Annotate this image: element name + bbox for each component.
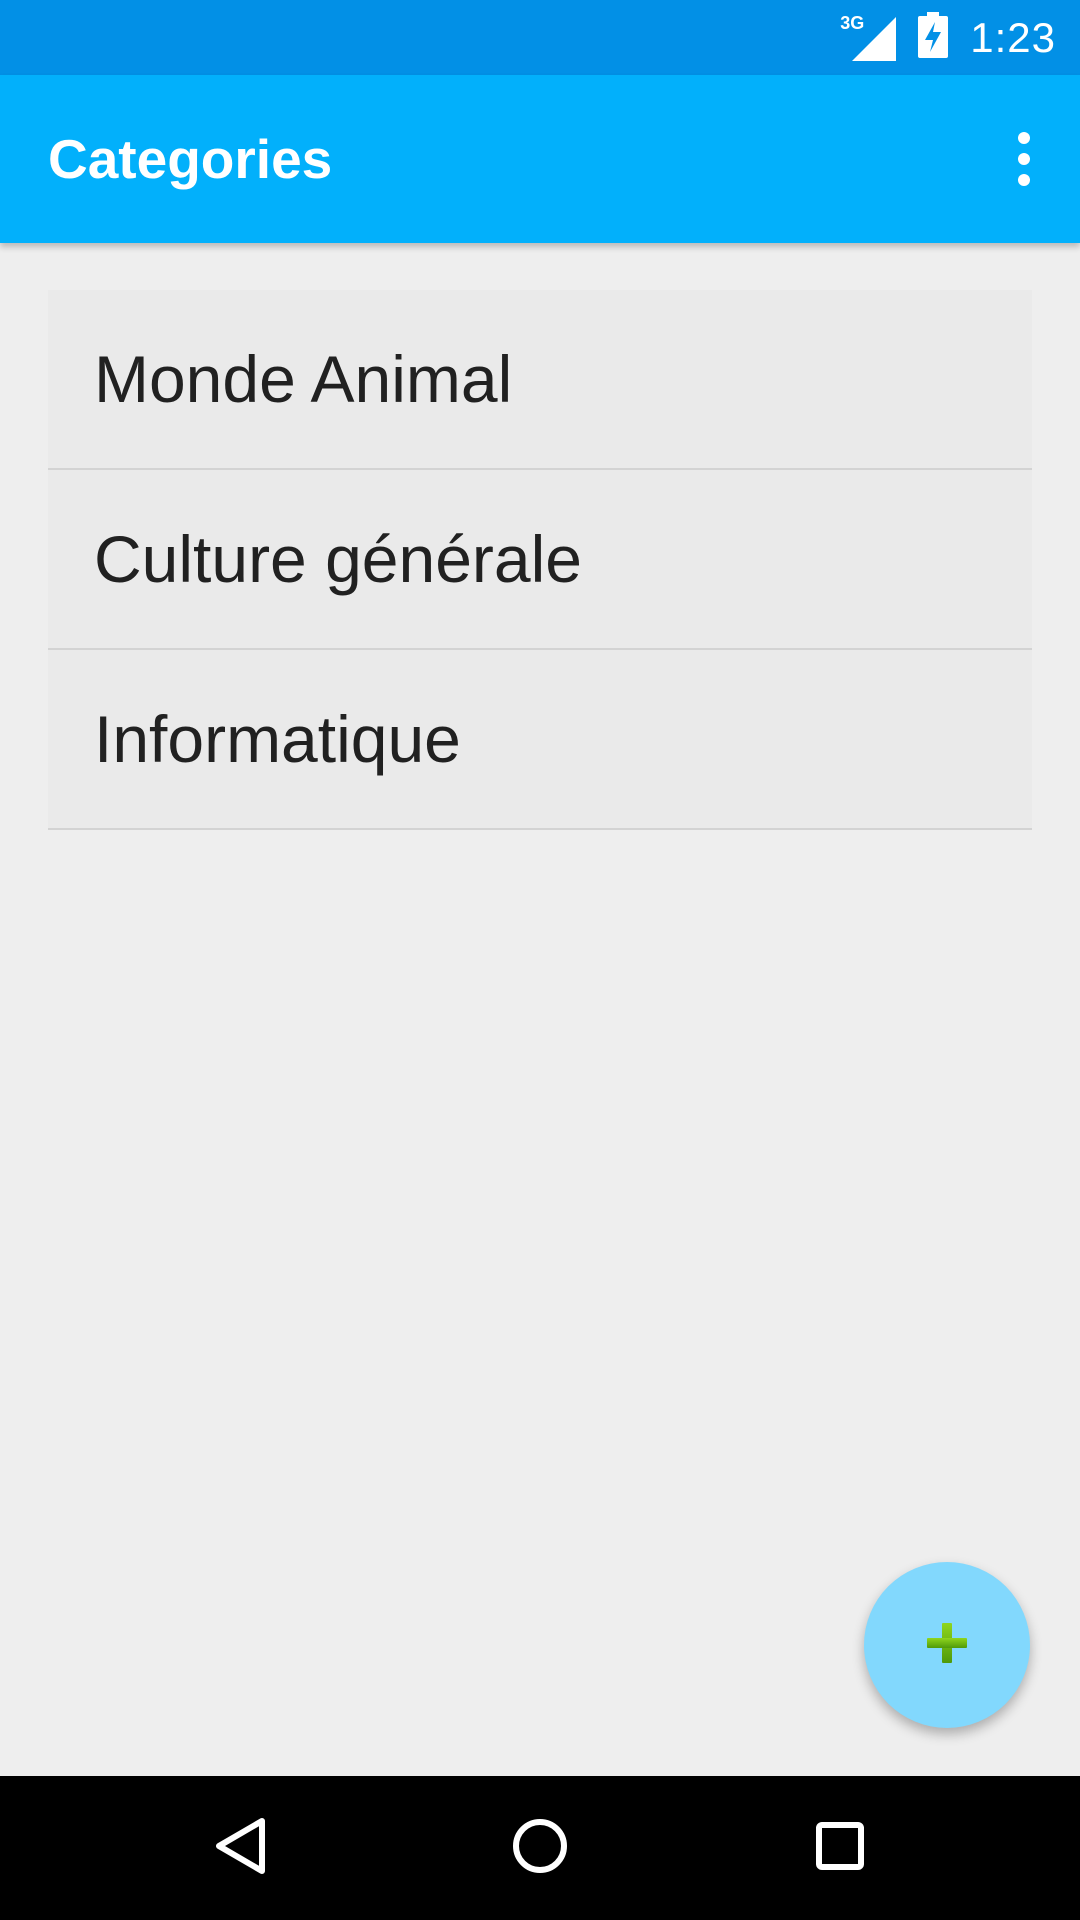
recents-icon <box>814 1820 866 1877</box>
navigation-bar <box>0 1776 1080 1920</box>
status-bar: 3G 1:23 <box>0 0 1080 75</box>
home-icon <box>510 1816 570 1881</box>
add-icon <box>925 1621 969 1670</box>
menu-dot <box>1018 132 1030 144</box>
signal-icon: 3G <box>840 13 897 61</box>
list-item-category[interactable]: Informatique <box>48 650 1032 830</box>
menu-dot <box>1018 153 1030 165</box>
list-item-label: Informatique <box>94 702 461 776</box>
add-category-button[interactable] <box>864 1562 1030 1728</box>
page-title: Categories <box>48 128 333 190</box>
home-button[interactable] <box>468 1776 612 1920</box>
list-item-category[interactable]: Monde Animal <box>48 290 1032 470</box>
battery-charging-icon <box>918 12 949 63</box>
status-icons: 3G 1:23 <box>840 0 1056 75</box>
list-item-label: Monde Animal <box>94 342 513 416</box>
menu-dot <box>1018 174 1030 186</box>
app-bar: Categories <box>0 75 1080 243</box>
back-button[interactable] <box>168 1776 312 1920</box>
overflow-menu-icon[interactable] <box>992 119 1056 199</box>
list-item-category[interactable]: Culture générale <box>48 470 1032 650</box>
status-time: 1:23 <box>970 13 1056 61</box>
category-list: Monde Animal Culture générale Informatiq… <box>48 290 1032 830</box>
list-item-label: Culture générale <box>94 522 582 596</box>
recents-button[interactable] <box>768 1776 912 1920</box>
back-icon <box>212 1816 268 1881</box>
